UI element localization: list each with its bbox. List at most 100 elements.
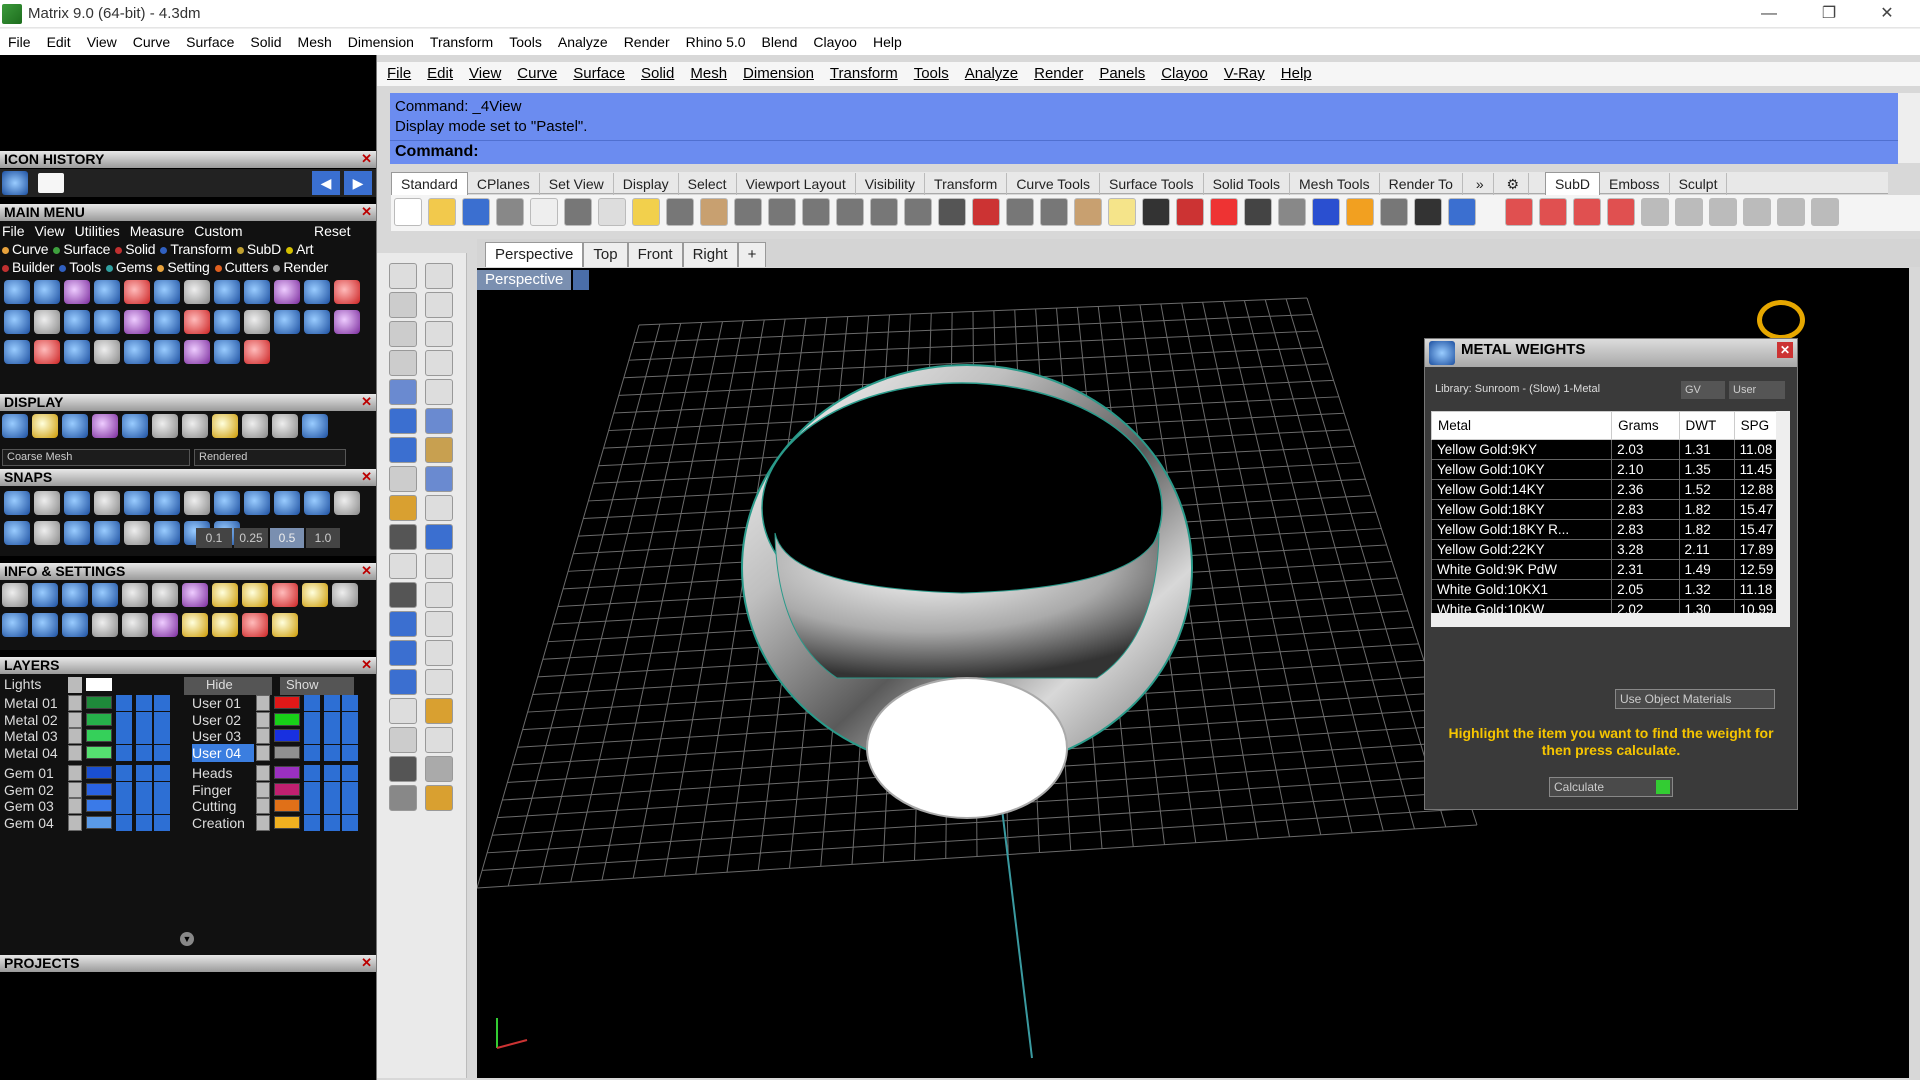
gear-icon[interactable]: ⚙ — [1498, 173, 1530, 195]
left-tool-icon[interactable] — [389, 669, 417, 695]
menu-edit[interactable]: Edit — [39, 29, 79, 55]
rhino-menu-mesh[interactable]: Mesh — [682, 62, 735, 86]
main-menu-tool-icon[interactable] — [64, 310, 90, 334]
layer-row[interactable]: Gem 03 — [0, 797, 180, 815]
layer-expand-arrow[interactable] — [256, 798, 270, 814]
toolbar-tool-icon[interactable] — [1176, 198, 1204, 226]
toolbar-tool-icon[interactable] — [394, 198, 422, 226]
layer-color-swatch[interactable] — [274, 712, 300, 726]
snap-value-0-1[interactable]: 0.1 — [196, 528, 232, 548]
lock-icon[interactable] — [304, 695, 320, 711]
viewport-tab-front[interactable]: Front — [627, 242, 683, 267]
close-icon[interactable]: ✕ — [361, 203, 372, 220]
main-menu-tool-icon[interactable] — [274, 310, 300, 334]
layer-row[interactable]: User 02 — [188, 711, 368, 729]
layer-color-swatch[interactable] — [86, 745, 112, 759]
layer-name[interactable]: Gem 02 — [4, 781, 66, 799]
left-tool-icon[interactable] — [425, 640, 453, 666]
table-row[interactable]: Yellow Gold:14KY 2.36 1.52 12.88 — [1431, 479, 1776, 500]
main-menu-tool-icon[interactable] — [94, 280, 120, 304]
toolbar-tool-icon[interactable] — [1380, 198, 1408, 226]
tab-sculpt[interactable]: Sculpt — [1670, 173, 1728, 195]
chevron-down-icon[interactable]: ▼ — [180, 932, 194, 946]
category-setting[interactable]: Setting — [157, 259, 210, 275]
snap-tool-icon[interactable] — [64, 521, 90, 545]
menu-solid[interactable]: Solid — [242, 29, 289, 55]
command-prompt[interactable]: Command: — [390, 140, 1898, 164]
layer-toggle[interactable] — [342, 711, 358, 728]
visibility-icon[interactable] — [324, 744, 340, 761]
toolbar-tool-icon[interactable] — [904, 198, 932, 226]
column-header-dwt[interactable]: DWT — [1678, 411, 1735, 440]
layer-toggle[interactable] — [154, 781, 170, 798]
visibility-icon[interactable] — [324, 765, 340, 781]
menu-rhino-5-0[interactable]: Rhino 5.0 — [678, 29, 754, 55]
menu-surface[interactable]: Surface — [178, 29, 242, 55]
rhino-menu-clayoo[interactable]: Clayoo — [1153, 62, 1216, 86]
left-tool-icon[interactable] — [425, 669, 453, 695]
show-button[interactable]: Show — [280, 677, 354, 695]
snap-tool-icon[interactable] — [34, 521, 60, 545]
left-tool-icon[interactable] — [425, 756, 453, 782]
viewport-tab-top[interactable]: Top — [583, 242, 628, 267]
history-back-button[interactable]: ◀ — [312, 171, 340, 195]
left-tool-icon[interactable] — [425, 727, 453, 753]
category-curve[interactable]: Curve — [2, 241, 49, 257]
main-menu-tool-icon[interactable] — [4, 280, 30, 304]
snap-tool-icon[interactable] — [34, 491, 60, 515]
left-tool-icon[interactable] — [425, 408, 453, 434]
lock-icon[interactable] — [116, 765, 132, 781]
layer-color-swatch[interactable] — [86, 782, 112, 796]
main-menu-file[interactable]: File — [2, 223, 25, 239]
toolbar-tool-icon[interactable] — [1210, 198, 1238, 226]
layer-expand-arrow[interactable] — [68, 711, 82, 728]
lock-icon[interactable] — [116, 798, 132, 814]
info-tool-icon[interactable] — [62, 583, 88, 607]
table-row[interactable]: White Gold:10KX1 2.05 1.32 11.18 — [1431, 579, 1776, 600]
tab-mesh-tools[interactable]: Mesh Tools — [1290, 173, 1380, 195]
main-menu-measure[interactable]: Measure — [130, 223, 184, 239]
lock-icon[interactable] — [116, 728, 132, 744]
tab-display[interactable]: Display — [614, 173, 679, 195]
info-tool-icon[interactable] — [32, 583, 58, 607]
toolbar-tool-icon[interactable] — [1346, 198, 1374, 226]
category-tools[interactable]: Tools — [59, 259, 101, 275]
layer-color-swatch[interactable] — [86, 766, 112, 779]
visibility-icon[interactable] — [324, 711, 340, 728]
menu-file[interactable]: File — [0, 29, 39, 55]
toolbar-tool-icon[interactable] — [462, 198, 490, 226]
layer-toggle[interactable] — [342, 781, 358, 798]
visibility-icon[interactable] — [136, 711, 152, 728]
column-header-metal[interactable]: Metal — [1431, 411, 1613, 440]
main-menu-tool-icon[interactable] — [34, 340, 60, 364]
layer-row[interactable]: Metal 02 — [0, 711, 180, 729]
layer-toggle[interactable] — [154, 695, 170, 711]
layer-toggle[interactable] — [154, 814, 170, 831]
subd-tool-icon[interactable] — [1539, 198, 1567, 226]
visibility-icon[interactable] — [324, 798, 340, 814]
left-tool-icon[interactable] — [389, 408, 417, 434]
info-tool-icon[interactable] — [182, 613, 208, 637]
toolbar-tool-icon[interactable] — [564, 198, 592, 226]
left-tool-icon[interactable] — [425, 466, 453, 492]
render-mode-dropdown[interactable]: Rendered — [194, 449, 346, 466]
left-tool-icon[interactable] — [425, 495, 453, 521]
snap-tool-icon[interactable] — [4, 521, 30, 545]
history-forward-button[interactable]: ▶ — [344, 171, 372, 195]
table-row[interactable]: White Gold:10KW 2.02 1.30 10.99 — [1431, 599, 1776, 613]
category-gems[interactable]: Gems — [105, 259, 153, 275]
close-icon[interactable]: ✕ — [1777, 342, 1793, 358]
main-menu-tool-icon[interactable] — [214, 280, 240, 304]
layer-expand-arrow[interactable] — [256, 728, 270, 744]
snap-tool-icon[interactable] — [334, 491, 360, 515]
left-tool-icon[interactable] — [389, 292, 417, 318]
close-icon[interactable]: ✕ — [361, 656, 372, 673]
layer-name[interactable]: User 02 — [192, 711, 254, 729]
lock-icon[interactable] — [304, 798, 320, 814]
visibility-icon[interactable] — [324, 728, 340, 744]
visibility-icon[interactable] — [136, 781, 152, 798]
layer-expand-arrow[interactable] — [68, 695, 82, 711]
category-art[interactable]: Art — [286, 241, 314, 257]
toolbar-tool-icon[interactable] — [836, 198, 864, 226]
layer-color-swatch[interactable] — [274, 782, 300, 796]
